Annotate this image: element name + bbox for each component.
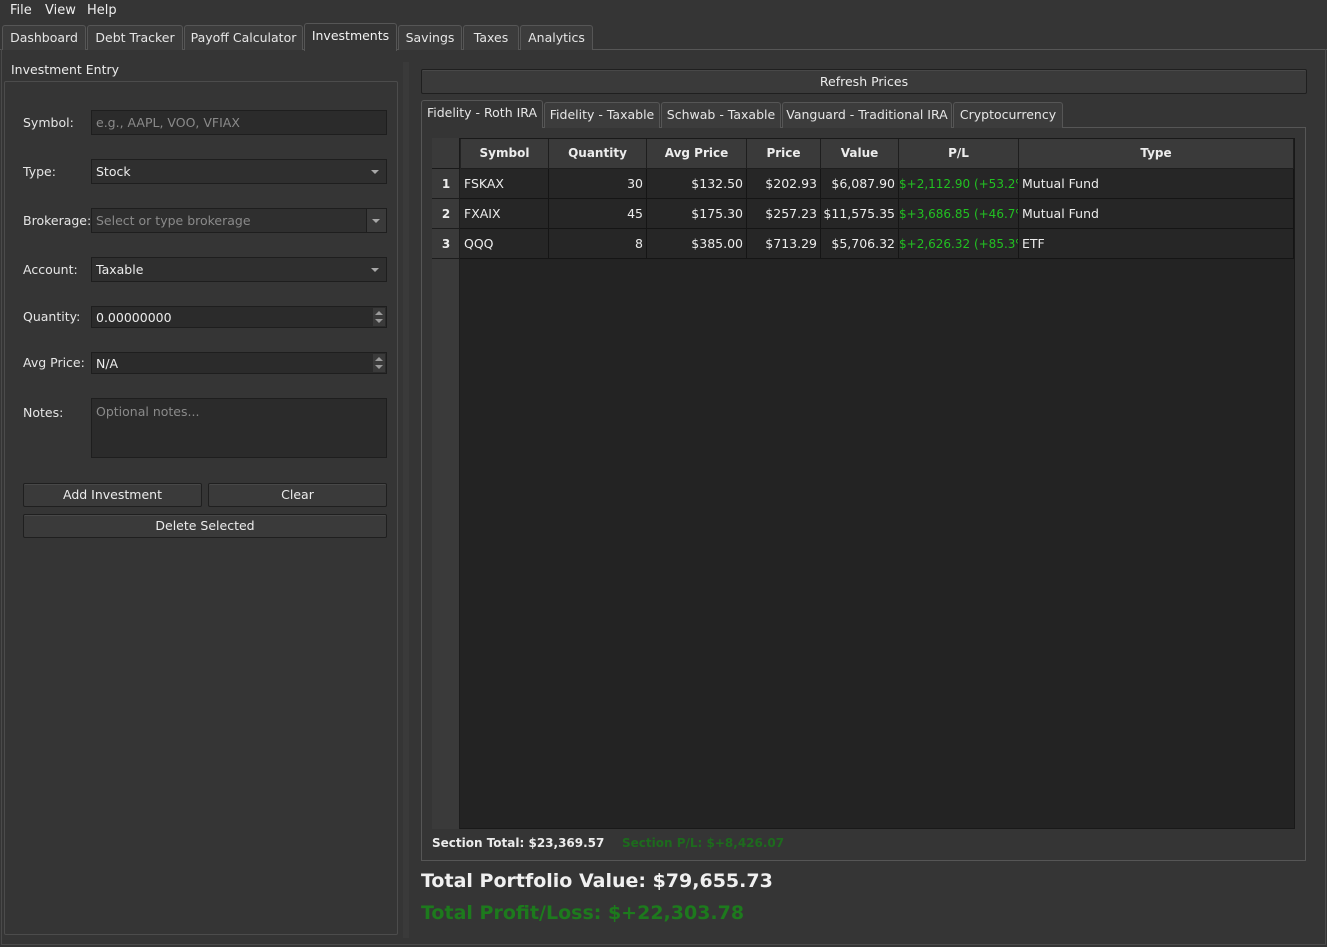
cell-type[interactable]: Mutual Fund [1019, 169, 1294, 199]
type-select[interactable]: Stock [91, 159, 387, 184]
menu-help[interactable]: Help [87, 3, 117, 18]
cell-pl[interactable]: $+2,626.32 (+85.3%) [899, 229, 1019, 259]
chevron-down-icon [371, 170, 379, 174]
row-header-column [432, 169, 460, 829]
quantity-value: 0.00000000 [96, 310, 172, 325]
total-portfolio-value: Total Portfolio Value: $79,655.73 [421, 870, 773, 892]
spin-up-icon[interactable] [375, 311, 383, 315]
column-header-pl[interactable]: P/L [899, 139, 1019, 169]
tab-taxes[interactable]: Taxes [463, 25, 519, 50]
type-select-value: Stock [96, 164, 131, 179]
cell-symbol[interactable]: QQQ [461, 229, 549, 259]
quantity-spin-buttons[interactable] [373, 308, 385, 326]
row-number[interactable]: 1 [432, 169, 460, 199]
brokerage-dropdown-button[interactable] [366, 209, 386, 232]
column-header-price[interactable]: Price [747, 139, 821, 169]
tab-analytics[interactable]: Analytics [520, 25, 593, 50]
cell-quantity[interactable]: 8 [549, 229, 647, 259]
menu-bar: File View Help [0, 0, 1327, 22]
add-investment-button[interactable]: Add Investment [23, 483, 202, 507]
chevron-down-icon [371, 268, 379, 272]
cell-value[interactable]: $11,575.35 [821, 199, 899, 229]
brokerage-placeholder: Select or type brokerage [96, 213, 251, 228]
cell-type[interactable]: Mutual Fund [1019, 199, 1294, 229]
cell-avg-price[interactable]: $385.00 [647, 229, 747, 259]
tab-fidelity-roth-ira[interactable]: Fidelity - Roth IRA [421, 100, 543, 128]
tab-investments[interactable]: Investments [304, 23, 397, 51]
column-header-symbol[interactable]: Symbol [461, 139, 549, 169]
main-tab-bar: Dashboard Debt Tracker Payoff Calculator… [0, 22, 1327, 51]
tab-debt-tracker[interactable]: Debt Tracker [87, 25, 183, 50]
tab-vanguard-traditional-ira[interactable]: Vanguard - Traditional IRA [782, 102, 952, 128]
cell-quantity[interactable]: 30 [549, 169, 647, 199]
tab-savings[interactable]: Savings [398, 25, 462, 50]
cell-price[interactable]: $713.29 [747, 229, 821, 259]
account-select[interactable]: Taxable [91, 257, 387, 282]
cell-value[interactable]: $6,087.90 [821, 169, 899, 199]
avg-price-stepper[interactable]: N/A [91, 352, 387, 374]
row-number[interactable]: 3 [432, 229, 460, 259]
cell-avg-price[interactable]: $132.50 [647, 169, 747, 199]
cell-type[interactable]: ETF [1019, 229, 1294, 259]
avg-price-value: N/A [96, 356, 119, 371]
chevron-down-icon [372, 219, 380, 223]
tab-payoff-calculator[interactable]: Payoff Calculator [184, 25, 303, 50]
cell-quantity[interactable]: 45 [549, 199, 647, 229]
tab-cryptocurrency[interactable]: Cryptocurrency [953, 102, 1063, 128]
spin-down-icon[interactable] [375, 365, 383, 369]
avg-price-label: Avg Price: [23, 355, 85, 370]
tab-dashboard[interactable]: Dashboard [2, 25, 86, 50]
type-label: Type: [23, 164, 56, 179]
panel-splitter[interactable] [403, 62, 409, 938]
cell-avg-price[interactable]: $175.30 [647, 199, 747, 229]
account-select-value: Taxable [96, 262, 144, 277]
spin-up-icon[interactable] [375, 357, 383, 361]
tab-schwab-taxable[interactable]: Schwab - Taxable [661, 102, 781, 128]
account-label: Account: [23, 262, 78, 277]
menu-file[interactable]: File [10, 3, 32, 18]
brokerage-combo[interactable]: Select or type brokerage [91, 208, 387, 233]
delete-selected-button[interactable]: Delete Selected [23, 514, 387, 538]
symbol-label: Symbol: [23, 115, 74, 130]
notes-textarea[interactable]: Optional notes... [91, 398, 387, 458]
section-pl: Section P/L: $+8,426.07 [622, 836, 785, 850]
symbol-input[interactable]: e.g., AAPL, VOO, VFIAX [91, 110, 387, 135]
tab-fidelity-taxable[interactable]: Fidelity - Taxable [544, 102, 660, 128]
cell-pl[interactable]: $+2,112.90 (+53.2%) [899, 169, 1019, 199]
total-profit-loss: Total Profit/Loss: $+22,303.78 [421, 902, 745, 924]
column-header-quantity[interactable]: Quantity [549, 139, 647, 169]
cell-price[interactable]: $257.23 [747, 199, 821, 229]
cell-value[interactable]: $5,706.32 [821, 229, 899, 259]
cell-symbol[interactable]: FXAIX [461, 199, 549, 229]
menu-view[interactable]: View [45, 3, 76, 18]
cell-pl[interactable]: $+3,686.85 (+46.7%) [899, 199, 1019, 229]
spin-down-icon[interactable] [375, 319, 383, 323]
cell-price[interactable]: $202.93 [747, 169, 821, 199]
clear-button[interactable]: Clear [208, 483, 387, 507]
column-header-type[interactable]: Type [1019, 139, 1294, 169]
cell-symbol[interactable]: FSKAX [461, 169, 549, 199]
quantity-label: Quantity: [23, 309, 81, 324]
column-header-value[interactable]: Value [821, 139, 899, 169]
investment-entry-title: Investment Entry [11, 62, 120, 77]
column-header-avg-price[interactable]: Avg Price [647, 139, 747, 169]
section-total: Section Total: $23,369.57 [432, 836, 605, 850]
table-corner-button[interactable] [432, 138, 460, 169]
notes-label: Notes: [23, 405, 64, 420]
quantity-stepper[interactable]: 0.00000000 [91, 306, 387, 328]
avg-price-spin-buttons[interactable] [373, 354, 385, 372]
refresh-prices-button[interactable]: Refresh Prices [421, 69, 1307, 94]
brokerage-label: Brokerage: [23, 213, 92, 228]
row-number[interactable]: 2 [432, 199, 460, 229]
